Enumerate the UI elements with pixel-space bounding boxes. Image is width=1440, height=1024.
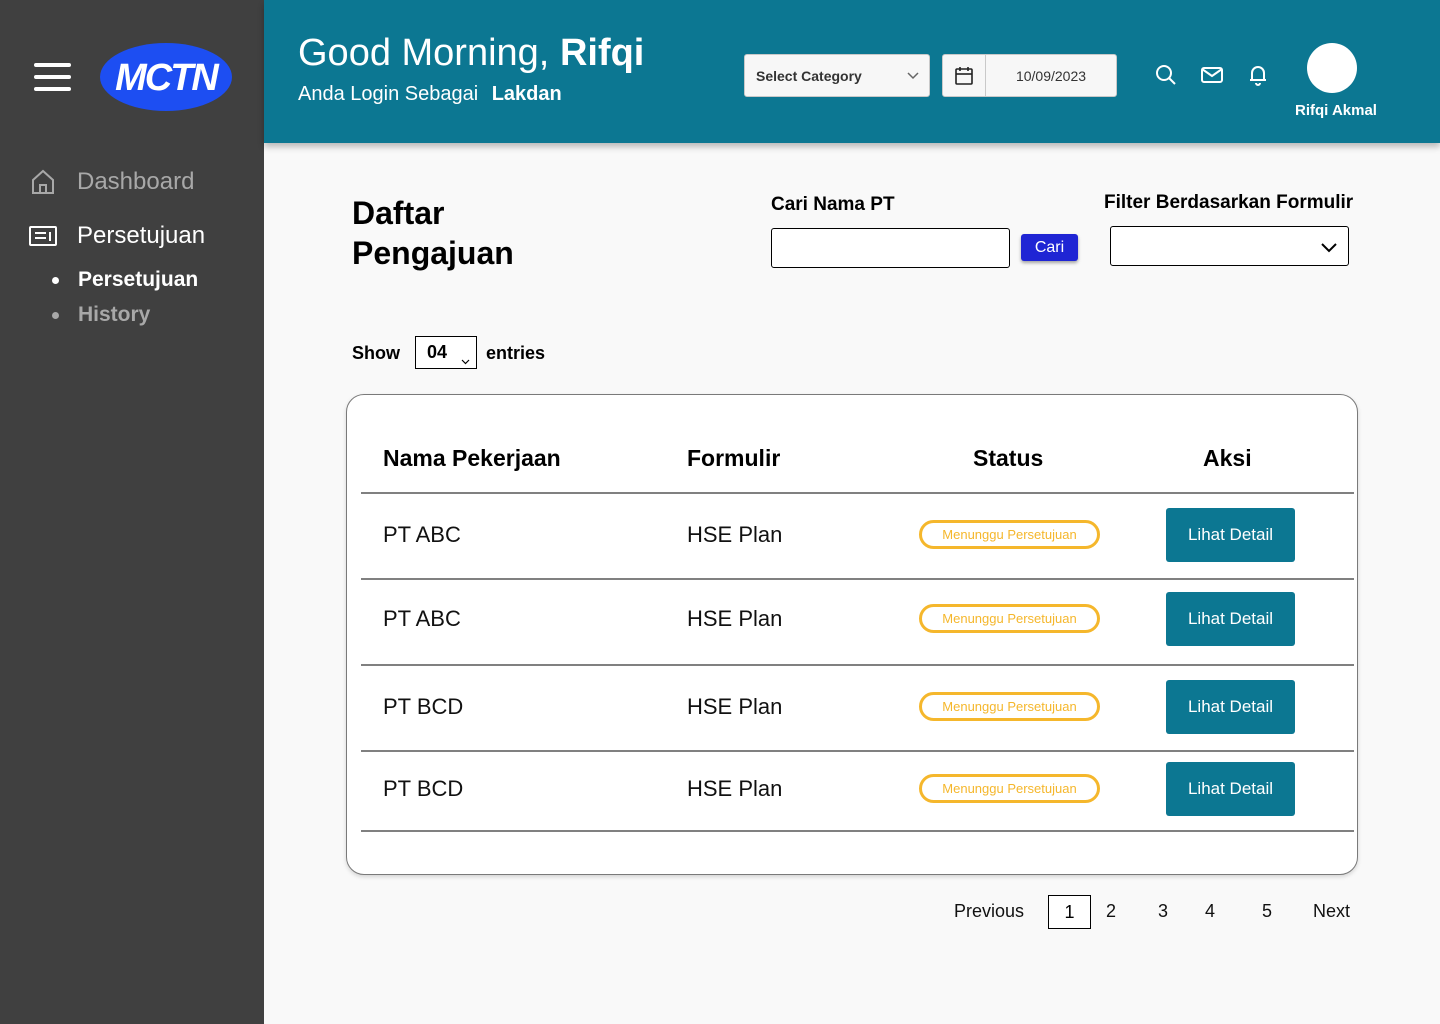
pagination-page[interactable]: 3: [1158, 901, 1168, 922]
status-badge: Menunggu Persetujuan: [919, 692, 1100, 721]
search-button[interactable]: Cari: [1021, 234, 1078, 261]
row-divider: [361, 664, 1354, 666]
avatar[interactable]: [1307, 43, 1357, 93]
entries-label: entries: [486, 343, 546, 363]
table-cell-form: HSE Plan: [687, 606, 783, 631]
login-role: Lakdan: [491, 83, 562, 105]
calendar-icon[interactable]: [943, 55, 986, 96]
status-badge: Menunggu Persetujuan: [919, 604, 1100, 633]
table-cell-name: PT BCD: [383, 694, 464, 719]
pagination-previous[interactable]: Previous: [954, 901, 1024, 922]
date-picker[interactable]: 10/09/2023: [942, 54, 1117, 97]
view-detail-button[interactable]: Lihat Detail: [1166, 508, 1295, 562]
bell-icon[interactable]: [1246, 63, 1270, 87]
entries-value: 04: [427, 342, 448, 362]
column-header-action: Aksi: [1203, 445, 1252, 471]
chevron-down-icon: [906, 68, 920, 85]
sidebar-subitem-persetujuan[interactable]: Persetujuan: [52, 268, 198, 292]
search-input[interactable]: [771, 228, 1010, 268]
pagination-next[interactable]: Next: [1313, 901, 1350, 922]
chevron-down-icon: [1320, 238, 1338, 261]
pagination-page[interactable]: 2: [1106, 901, 1116, 922]
login-prefix: Anda Login Sebagai: [298, 83, 479, 105]
table-cell-name: PT ABC: [383, 606, 461, 631]
table-cell-form: HSE Plan: [687, 694, 783, 719]
sidebar-subitem-label: Persetujuan: [78, 268, 199, 291]
filter-form-select[interactable]: [1110, 226, 1349, 266]
bullet-icon: [52, 276, 59, 284]
greeting-title: Good Morning, Rifqi: [298, 32, 644, 75]
view-detail-button[interactable]: Lihat Detail: [1166, 762, 1295, 816]
row-divider: [361, 578, 1354, 580]
sidebar: MCTN Dashboard Persetujuan Persetujuan H…: [0, 0, 264, 1024]
top-header: Good Morning, Rifqi Anda Login Sebagai L…: [264, 0, 1440, 143]
sidebar-item-label: Dashboard: [77, 168, 195, 195]
category-select-label: Select Category: [756, 67, 862, 84]
mail-icon[interactable]: [1200, 63, 1224, 87]
pagination-page-current[interactable]: 1: [1048, 895, 1091, 929]
sidebar-subitem-label: History: [78, 303, 151, 326]
category-select[interactable]: Select Category: [744, 54, 930, 97]
view-detail-button[interactable]: Lihat Detail: [1166, 680, 1295, 734]
sidebar-item-persetujuan[interactable]: Persetujuan: [28, 221, 205, 251]
chevron-down-icon: [461, 350, 470, 371]
column-header-status: Status: [973, 445, 1044, 471]
search-icon[interactable]: [1154, 63, 1178, 87]
status-badge: Menunggu Persetujuan: [919, 520, 1100, 549]
sidebar-item-label: Persetujuan: [77, 222, 206, 249]
table-cell-name: PT BCD: [383, 776, 464, 801]
view-detail-button[interactable]: Lihat Detail: [1166, 592, 1295, 646]
sidebar-item-dashboard[interactable]: Dashboard: [28, 167, 194, 197]
greeting-name: Rifqi: [559, 32, 645, 74]
hamburger-menu-icon[interactable]: [34, 63, 71, 91]
login-role-text: Anda Login Sebagai Lakdan: [298, 83, 562, 106]
list-icon: [28, 221, 58, 251]
bullet-icon: [52, 311, 59, 319]
table-cell-form: HSE Plan: [687, 522, 783, 547]
pagination-page[interactable]: 5: [1262, 901, 1272, 922]
svg-text:MCTN: MCTN: [115, 57, 220, 99]
search-label: Cari Nama PT: [771, 194, 895, 215]
home-icon: [28, 167, 58, 197]
date-value: 10/09/2023: [1015, 67, 1087, 84]
pagination-page[interactable]: 4: [1205, 901, 1215, 922]
user-name: Rifqi Akmal: [1295, 102, 1377, 119]
row-divider: [361, 830, 1354, 832]
row-divider: [361, 750, 1354, 752]
column-header-name: Nama Pekerjaan: [383, 445, 561, 471]
greeting-prefix: Good Morning,: [298, 32, 550, 74]
page-title: Daftar Pengajuan: [352, 195, 514, 271]
table-cell-form: HSE Plan: [687, 776, 783, 801]
header-divider: [361, 492, 1354, 494]
entries-select[interactable]: 04: [415, 336, 477, 369]
column-header-form: Formulir: [687, 445, 781, 471]
filter-label: Filter Berdasarkan Formulir: [1104, 192, 1354, 213]
mctn-logo: MCTN: [99, 42, 233, 112]
show-label: Show: [352, 343, 400, 363]
table-cell-name: PT ABC: [383, 522, 461, 547]
status-badge: Menunggu Persetujuan: [919, 774, 1100, 803]
sidebar-subitem-history[interactable]: History: [52, 303, 150, 327]
